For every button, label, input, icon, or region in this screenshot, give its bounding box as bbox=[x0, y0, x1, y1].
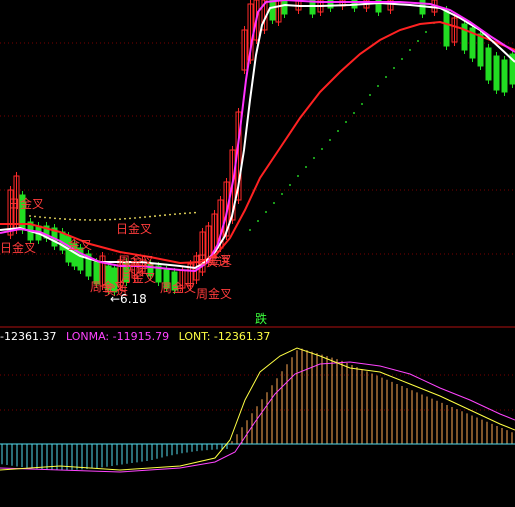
sar-dot bbox=[369, 94, 371, 96]
sar-dot bbox=[289, 184, 291, 186]
sar-dot bbox=[164, 214, 166, 216]
sar-dot bbox=[89, 219, 91, 221]
sar-dot bbox=[119, 218, 121, 221]
sar-dot bbox=[257, 220, 259, 222]
sar-dot bbox=[29, 215, 31, 217]
price-grid bbox=[0, 42, 515, 411]
signal-annotation: 日金叉 bbox=[116, 222, 153, 236]
sar-dot bbox=[129, 217, 131, 220]
sar-dot bbox=[94, 219, 96, 221]
sar-dot bbox=[104, 218, 106, 221]
sar-dot bbox=[377, 85, 379, 87]
candle-body bbox=[269, 0, 276, 21]
sar-dot bbox=[273, 202, 275, 204]
sar-dot bbox=[54, 217, 56, 220]
sar-dot bbox=[139, 216, 141, 219]
sar-dot bbox=[425, 31, 427, 33]
sar-dot bbox=[313, 157, 315, 159]
dif-value: -12361.37 bbox=[0, 330, 57, 343]
sar-dot bbox=[44, 216, 46, 219]
sar-dot bbox=[39, 216, 41, 218]
sar-dot bbox=[345, 121, 347, 123]
sar-dot bbox=[159, 214, 161, 217]
lonma-value: LONMA: -11915.79 bbox=[65, 330, 170, 343]
stock-chart[interactable] bbox=[0, 0, 515, 507]
sar-dot bbox=[154, 215, 156, 217]
sar-dot bbox=[297, 175, 299, 177]
candle-body bbox=[281, 0, 288, 15]
signal-annotation: 周金叉 bbox=[196, 287, 233, 301]
sar-dot bbox=[169, 213, 171, 216]
signal-annotation: 日金叉 bbox=[196, 253, 233, 267]
sar-dot bbox=[144, 216, 146, 218]
sar-dot bbox=[174, 213, 176, 216]
sar-dot bbox=[321, 148, 323, 150]
sar-dot bbox=[99, 219, 101, 221]
candle-body bbox=[493, 55, 500, 91]
sar-dot bbox=[417, 40, 419, 42]
sar-dot bbox=[353, 112, 355, 114]
moving-average-magenta-line bbox=[0, 0, 515, 273]
sar-dot bbox=[69, 218, 71, 221]
signal-annotation: 日金叉 bbox=[8, 197, 45, 211]
candle-body bbox=[443, 9, 450, 47]
signal-annotation: ←6.18 bbox=[110, 292, 147, 306]
sar-dot bbox=[393, 67, 395, 69]
candle-body bbox=[485, 47, 492, 81]
sar-dot bbox=[109, 218, 111, 221]
sar-dot bbox=[114, 218, 116, 221]
sar-dot bbox=[385, 76, 387, 78]
signal-annotation: 周金叉 bbox=[160, 281, 197, 295]
sar-dot bbox=[337, 130, 339, 132]
sar-dot bbox=[59, 217, 61, 220]
sar-dot bbox=[149, 215, 151, 218]
sar-dot bbox=[124, 217, 126, 220]
sar-dot bbox=[179, 212, 181, 215]
macd-histogram bbox=[0, 348, 515, 470]
sar-dot bbox=[64, 218, 66, 220]
sar-dot bbox=[281, 193, 283, 195]
candle-body bbox=[477, 33, 484, 67]
sar-dot bbox=[305, 166, 307, 168]
sar-dot bbox=[34, 215, 36, 218]
lont-value: LONT: -12361.37 bbox=[178, 330, 271, 343]
sar-dot bbox=[134, 217, 136, 219]
sar-dot bbox=[194, 211, 196, 214]
sar-dot bbox=[265, 211, 267, 213]
candle-body bbox=[501, 59, 508, 93]
sar-dot bbox=[184, 212, 186, 215]
moving-average-red-line bbox=[0, 20, 515, 265]
sar-dot bbox=[361, 103, 363, 105]
sar-dot bbox=[49, 217, 51, 219]
sar-dot bbox=[409, 49, 411, 51]
indicator-legend: -12361.37 LONMA: -11915.79 LONT: -12361.… bbox=[0, 330, 270, 343]
signal-annotation: 周金叉 bbox=[118, 254, 155, 268]
sar-dot bbox=[189, 212, 191, 214]
sar-dot bbox=[249, 229, 251, 231]
sar-dot bbox=[329, 139, 331, 141]
signal-annotation: 日金叉 bbox=[0, 241, 37, 255]
signal-annotation: 金叉 bbox=[68, 238, 93, 252]
moving-average-white-line bbox=[0, 1, 515, 270]
sar-dot bbox=[79, 218, 81, 221]
candle-body bbox=[461, 23, 468, 51]
sar-dot bbox=[84, 219, 86, 221]
down-signal-label: 跌 bbox=[255, 312, 268, 326]
sar-dot bbox=[74, 218, 76, 221]
sar-dot bbox=[401, 58, 403, 60]
